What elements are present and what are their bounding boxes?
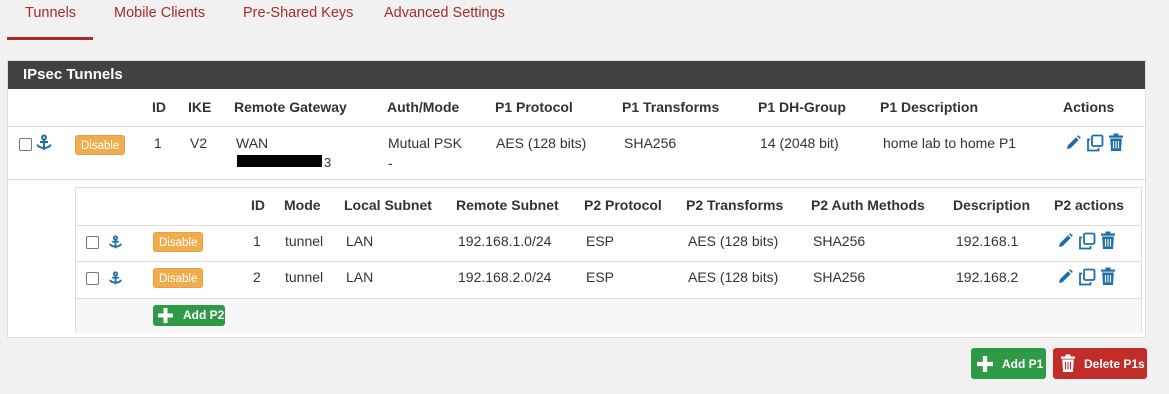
p2-id: 2 (253, 269, 261, 285)
trash-icon[interactable] (1107, 133, 1125, 155)
trash-icon[interactable] (1099, 267, 1117, 289)
p1-header-description: P1 Description (880, 99, 979, 115)
p1-remote-gateway: WAN (236, 135, 269, 151)
p1-auth-mode: Mutual PSK (388, 135, 462, 151)
p1-header-id: ID (152, 99, 166, 115)
p1-disable-button[interactable]: Disable (75, 135, 126, 155)
p1-header-remote-gateway: Remote Gateway (234, 99, 347, 115)
p2-protocol: ESP (586, 233, 615, 249)
p2-header-description: Description (953, 197, 1031, 213)
tab-advanced-settings[interactable]: Advanced Settings (384, 0, 505, 40)
p2-header-local-subnet: Local Subnet (344, 197, 432, 213)
copy-icon[interactable] (1078, 232, 1096, 253)
p2-mode: tunnel (285, 233, 324, 249)
add-p2-label: Add P2 (183, 308, 225, 322)
copy-icon[interactable] (1086, 134, 1104, 155)
pencil-icon[interactable] (1056, 232, 1074, 253)
divider (76, 261, 1141, 262)
p1-select-checkbox[interactable] (19, 138, 32, 151)
ipsec-tunnels-panel: IPsec Tunnels ID IKE Remote Gateway Auth… (7, 60, 1146, 338)
p1-ike: V2 (190, 135, 208, 151)
copy-icon[interactable] (1078, 268, 1096, 289)
p1-header-ike: IKE (188, 99, 212, 115)
p2-table: ID Mode Local Subnet Remote Subnet P2 Pr… (75, 187, 1142, 333)
divider (76, 225, 1141, 226)
p2-mode: tunnel (285, 269, 324, 285)
p1-auth-mode-sub: - (388, 155, 393, 171)
p1-header-protocol: P1 Protocol (495, 99, 573, 115)
p2-local-subnet: LAN (346, 233, 374, 249)
p2-footer: Add P2 (76, 298, 1141, 333)
tab-bar: Tunnels Mobile Clients Pre-Shared Keys A… (0, 0, 1169, 40)
tab-pre-shared-keys[interactable]: Pre-Shared Keys (243, 0, 353, 40)
p2-description: 192.168.1 (956, 233, 1019, 249)
p2-header-mode: Mode (284, 197, 321, 213)
p2-header-remote-subnet: Remote Subnet (456, 197, 559, 213)
p2-header-actions: P2 actions (1054, 197, 1125, 213)
delete-p1s-button[interactable]: Delete P1s (1053, 348, 1147, 379)
p2-header-transforms: P2 Transforms (686, 197, 784, 213)
pencil-icon[interactable] (1056, 268, 1074, 289)
p2-id: 1 (253, 233, 261, 249)
anchor-icon[interactable] (35, 134, 53, 155)
p1-remote-gateway-ip-tail: 3 (324, 155, 332, 170)
p1-protocol: AES (128 bits) (496, 135, 587, 151)
p2-header-protocol: P2 Protocol (584, 197, 662, 213)
p2-remote-subnet: 192.168.1.0/24 (458, 233, 552, 249)
p2-description: 192.168.2 (956, 269, 1019, 285)
p2-select-checkbox[interactable] (86, 272, 99, 285)
add-p2-button[interactable]: Add P2 (153, 305, 225, 326)
anchor-icon[interactable] (108, 271, 123, 289)
tab-tunnels[interactable]: Tunnels (7, 0, 93, 40)
trash-icon (1061, 354, 1075, 372)
add-p1-label: Add P1 (1002, 357, 1044, 371)
p1-id: 1 (154, 135, 162, 151)
p2-header-id: ID (251, 197, 265, 213)
p1-header-actions: Actions (1063, 99, 1115, 115)
p2-auth-methods: SHA256 (813, 233, 866, 249)
p1-description: home lab to home P1 (883, 135, 1017, 151)
anchor-icon[interactable] (108, 235, 123, 253)
panel-title: IPsec Tunnels (8, 61, 1145, 89)
p1-transforms: SHA256 (624, 135, 677, 151)
p2-local-subnet: LAN (346, 269, 374, 285)
trash-icon[interactable] (1099, 231, 1117, 253)
p1-header-dh-group: P1 DH-Group (758, 99, 846, 115)
delete-p1s-label: Delete P1s (1084, 357, 1145, 371)
p1-dh-group: 14 (2048 bit) (760, 135, 839, 151)
plus-icon (158, 308, 173, 323)
p2-header-auth-methods: P2 Auth Methods (811, 197, 925, 213)
pencil-icon[interactable] (1064, 134, 1082, 155)
p1-header-auth-mode: Auth/Mode (387, 99, 460, 115)
p2-auth-methods: SHA256 (813, 269, 866, 285)
divider (8, 179, 1145, 180)
p2-remote-subnet: 192.168.2.0/24 (458, 269, 552, 285)
p1-header-transforms: P1 Transforms (622, 99, 720, 115)
divider (8, 126, 1145, 127)
tab-mobile-clients[interactable]: Mobile Clients (114, 0, 205, 40)
p2-disable-button[interactable]: Disable (153, 268, 204, 288)
p2-transforms: AES (128 bits) (688, 269, 779, 285)
redacted-ip (237, 155, 322, 167)
p2-transforms: AES (128 bits) (688, 233, 779, 249)
p2-protocol: ESP (586, 269, 615, 285)
plus-icon (977, 356, 993, 372)
p2-disable-button[interactable]: Disable (153, 232, 204, 252)
add-p1-button[interactable]: Add P1 (971, 348, 1046, 379)
p2-select-checkbox[interactable] (86, 236, 99, 249)
